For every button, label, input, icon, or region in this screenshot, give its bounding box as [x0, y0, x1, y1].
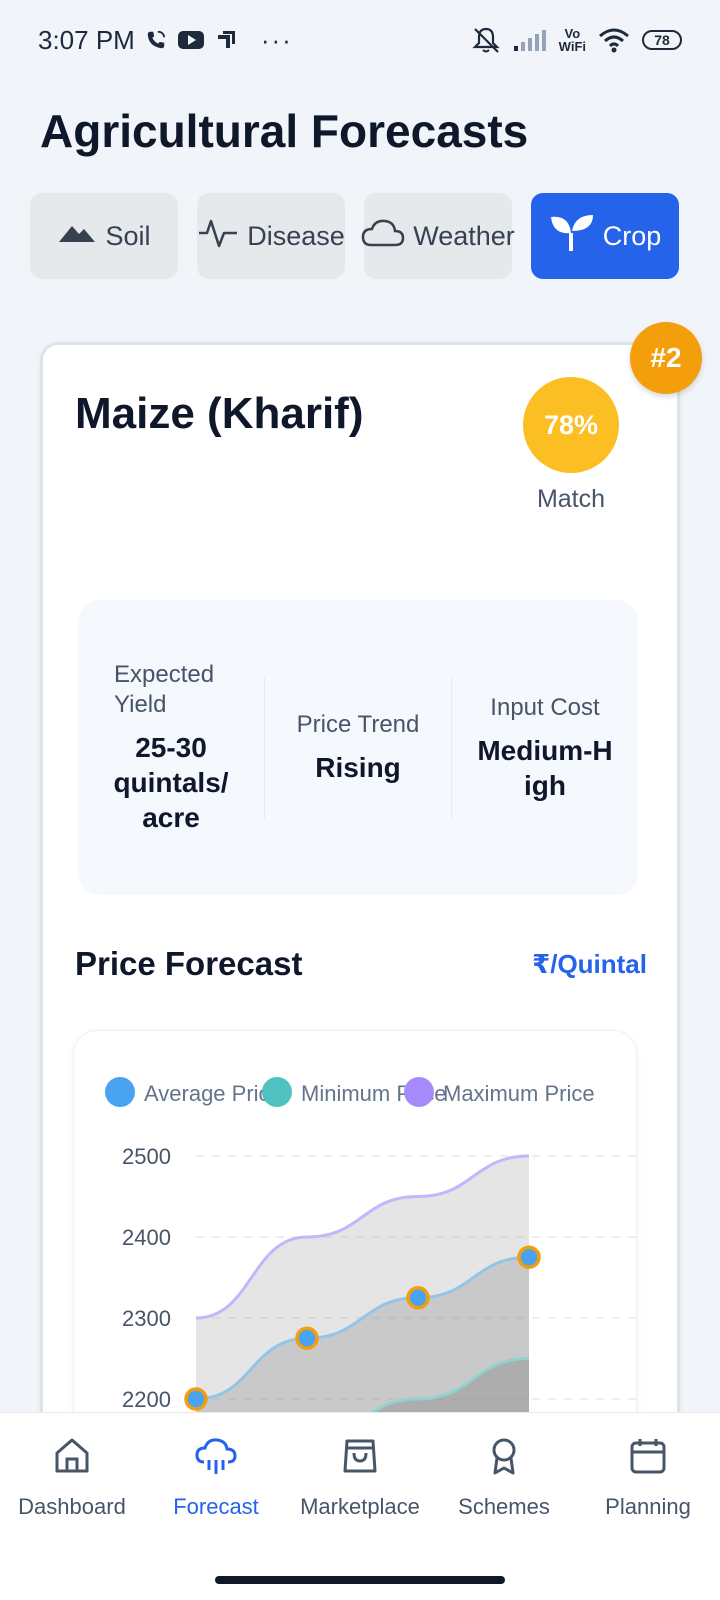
legend-swatch [404, 1077, 434, 1107]
tab-label: Weather [413, 220, 515, 251]
stat-label: Input Cost [490, 693, 600, 721]
price-chart-svg: Average Price Minimum PriceMaximum Price2… [105, 1077, 636, 1459]
match-label: Match [536, 485, 606, 513]
status-right: Vo WiFi 78 [471, 26, 682, 54]
calendar-icon [628, 1436, 668, 1482]
nav-label: Marketplace [300, 1494, 420, 1519]
legend-swatch [262, 1077, 292, 1107]
price-unit[interactable]: ₹/Quintal [532, 949, 647, 980]
sprout-icon [549, 213, 595, 260]
y-tick-label: 2400 [122, 1225, 171, 1250]
tab-crop[interactable]: Crop [531, 193, 679, 279]
nav-label: Planning [605, 1494, 691, 1519]
tab-disease[interactable]: Disease [197, 193, 345, 279]
battery-icon: 78 [642, 30, 682, 50]
legend-swatch [105, 1077, 135, 1107]
data-point [406, 1286, 430, 1310]
tab-label: Crop [602, 220, 662, 251]
page-title: Agricultural Forecasts [40, 105, 529, 157]
crop-name: Maize (Kharif) [75, 389, 364, 438]
stat-value: 25-30 quintals/ acre [113, 732, 229, 833]
crop-stats: Expected Yield 25-30 quintals/ acre Pric… [78, 600, 638, 895]
stat-value: Rising [315, 752, 401, 783]
y-tick-label: 2300 [122, 1306, 171, 1331]
status-left: 3:07 PM ··· [38, 25, 293, 56]
nav-label: Forecast [173, 1494, 259, 1519]
pulse-icon [197, 216, 239, 257]
award-icon [484, 1436, 524, 1482]
status-time: 3:07 PM [38, 24, 135, 55]
y-tick-label: 2200 [122, 1387, 171, 1412]
app-icon [215, 29, 237, 51]
nav-planning[interactable]: Planning [576, 1436, 720, 1520]
match-score: 78% [523, 377, 619, 473]
signal-icon [513, 28, 547, 52]
bottom-nav: Dashboard Forecast Marketplace Schemes P… [0, 1412, 720, 1600]
status-bar: 3:07 PM ··· Vo WiFi 78 [0, 0, 720, 80]
home-indicator [215, 1576, 505, 1584]
nav-label: Dashboard [18, 1494, 126, 1519]
tab-label: Disease [247, 220, 345, 251]
tab-label: Soil [105, 220, 151, 251]
forecast-tabs: Soil Disease Weather Crop [30, 193, 679, 279]
nav-dashboard[interactable]: Dashboard [0, 1436, 144, 1520]
nav-forecast[interactable]: Forecast [144, 1436, 288, 1520]
stat-value: Medium-H igh [477, 734, 613, 801]
nav-label: Schemes [458, 1494, 550, 1519]
legend-label: Maximum Price [443, 1081, 595, 1106]
stat-input-cost: Input Cost Medium-H igh [452, 678, 638, 818]
price-forecast-title: Price Forecast [75, 945, 303, 982]
stat-expected-yield: Expected Yield 25-30 quintals/ acre [78, 661, 265, 833]
cloud-icon [361, 217, 405, 256]
status-more-dots: ··· [260, 24, 293, 55]
phone-wifi-icon [145, 29, 167, 51]
crop-card[interactable]: Maize (Kharif) 78% Match Expected Yield … [40, 342, 680, 1462]
vowifi-label: Vo WiFi [558, 26, 586, 54]
nav-marketplace[interactable]: Marketplace [288, 1436, 432, 1520]
tab-soil[interactable]: Soil [30, 193, 178, 279]
home-icon [52, 1436, 92, 1482]
stat-price-trend: Price Trend Rising [265, 677, 452, 818]
shopping-bag-icon [340, 1436, 380, 1482]
price-chart: Average Price Minimum Price Maximum Price 2… [73, 1030, 637, 1459]
stat-label: Price Trend [296, 711, 420, 738]
legend-label: Average Price [144, 1081, 282, 1106]
data-point [184, 1387, 208, 1411]
nav-schemes[interactable]: Schemes [432, 1436, 576, 1520]
data-point [517, 1245, 541, 1269]
rank-badge: #2 [630, 322, 702, 394]
y-tick-label: 2500 [122, 1144, 171, 1169]
mountain-icon [57, 220, 97, 253]
data-point [295, 1326, 319, 1350]
youtube-icon [177, 29, 205, 51]
cloud-rain-icon [194, 1436, 238, 1482]
wifi-icon [598, 27, 630, 53]
mute-icon [471, 26, 501, 54]
tab-weather[interactable]: Weather [361, 193, 515, 279]
stat-label: Expected Yield [114, 661, 215, 718]
